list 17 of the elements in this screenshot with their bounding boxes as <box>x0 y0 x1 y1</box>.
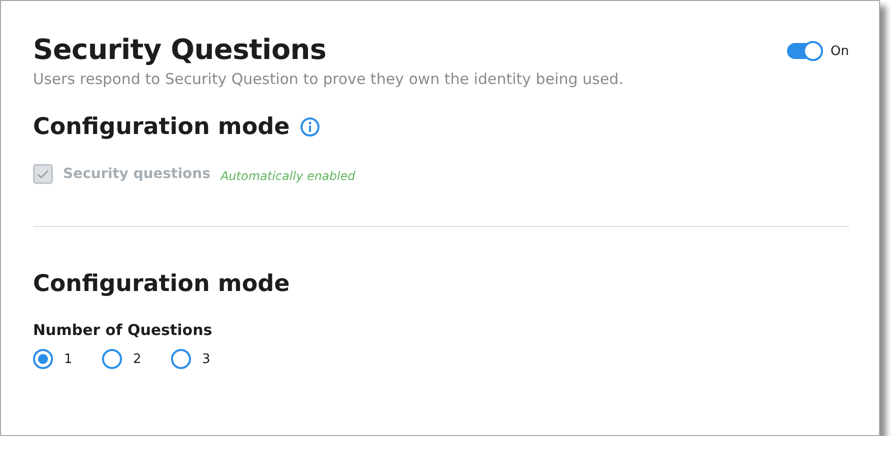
page-description: Users respond to Security Question to prove they own the identity being used. <box>33 70 624 88</box>
radio-label: 2 <box>133 352 142 366</box>
radio-label: 3 <box>202 352 210 366</box>
toggle-label: On <box>830 44 849 58</box>
toggle-switch[interactable] <box>786 43 821 59</box>
section-heading: Configuration mode <box>33 271 290 297</box>
page-title: Security Questions <box>33 33 326 66</box>
checkmark-icon <box>36 167 50 181</box>
radio-button[interactable] <box>171 349 191 369</box>
checkbox-label: Security questions <box>63 166 210 182</box>
field-label: Number of Questions <box>33 321 214 339</box>
info-icon[interactable] <box>300 117 320 137</box>
radio-label: 1 <box>64 352 72 366</box>
section-heading: Configuration mode <box>33 114 290 140</box>
status-note: Automatically enabled <box>220 168 356 182</box>
radio-button[interactable] <box>102 349 122 369</box>
radio-button[interactable] <box>33 349 53 369</box>
